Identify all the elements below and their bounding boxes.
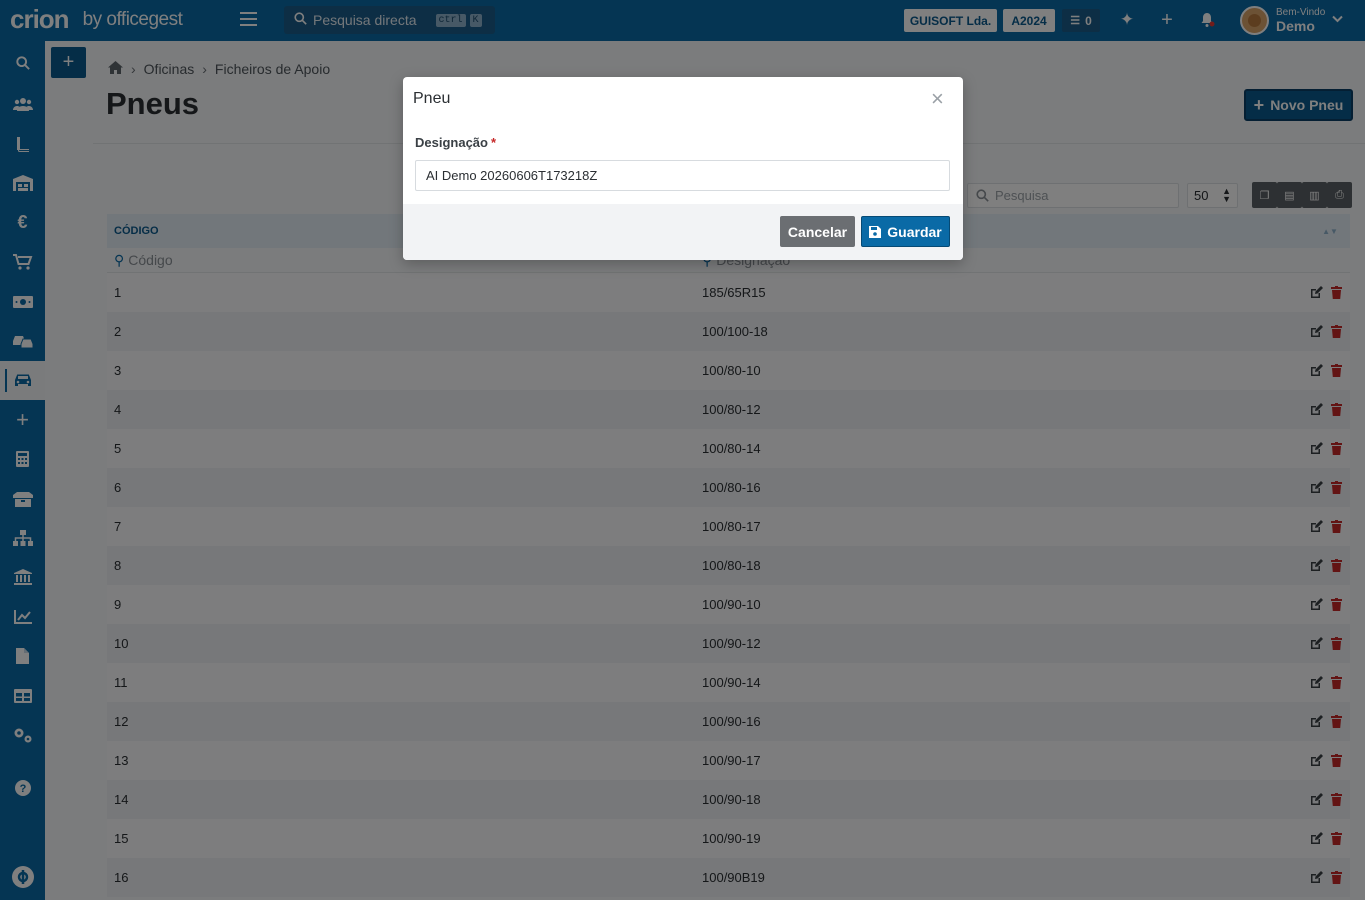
save-label: Guardar xyxy=(887,223,942,240)
designation-label-text: Designação xyxy=(415,135,488,150)
designation-field[interactable]: AI Demo 20260606T173218Z xyxy=(415,160,950,191)
required-mark: * xyxy=(490,135,497,150)
designation-field-value: AI Demo 20260606T173218Z xyxy=(426,168,598,183)
close-icon[interactable]: × xyxy=(931,88,944,110)
cancel-button[interactable]: Cancelar xyxy=(780,216,855,247)
tyre-modal: Pneu × Designação * AI Demo 20260606T1732… xyxy=(403,77,963,260)
save-icon xyxy=(869,225,882,238)
modal-title: Pneu xyxy=(413,90,451,107)
designation-label: Designação * xyxy=(415,135,496,150)
save-button[interactable]: Guardar xyxy=(861,216,950,247)
modal-footer: Cancelar Guardar xyxy=(403,204,963,260)
